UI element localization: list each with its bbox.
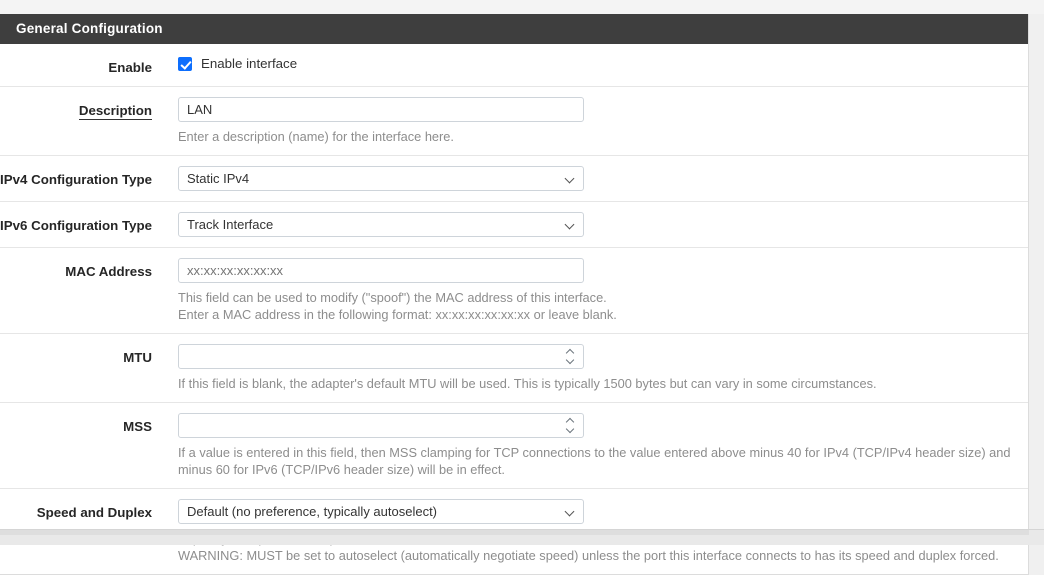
page-top-strip xyxy=(0,0,1044,14)
field-mac-address: This field can be used to modify ("spoof… xyxy=(152,258,1028,323)
label-mtu: MTU xyxy=(123,350,152,365)
label-ipv6-config-type: IPv6 Configuration Type xyxy=(0,218,152,233)
page-bottom-strip xyxy=(0,529,1044,545)
mtu-help-line: If this field is blank, the adapter's de… xyxy=(178,376,877,391)
description-input[interactable] xyxy=(178,97,584,122)
label-enable: Enable xyxy=(108,60,152,75)
speed-and-duplex-help-line-2: WARNING: MUST be set to autoselect (auto… xyxy=(178,548,999,563)
form-row-mtu: MTU If this field is blank, the adapter'… xyxy=(0,334,1028,403)
label-mss: MSS xyxy=(123,419,152,434)
mss-help: If a value is entered in this field, the… xyxy=(178,444,1011,478)
mtu-input[interactable] xyxy=(178,344,584,369)
form-row-enable: Enable Enable interface xyxy=(0,44,1028,87)
mac-address-input[interactable] xyxy=(178,258,584,283)
label-mac-address: MAC Address xyxy=(65,264,152,279)
label-description-text: Description xyxy=(78,103,152,120)
panel-heading: General Configuration xyxy=(0,14,1028,44)
mss-help-line-2: minus 60 for IPv6 (TCP/IPv6 header size)… xyxy=(178,462,505,477)
field-enable: Enable interface xyxy=(152,54,1028,72)
label-speed-and-duplex: Speed and Duplex xyxy=(36,505,152,520)
panel-bottom-shade xyxy=(0,530,1029,535)
description-help-line: Enter a description (name) for the inter… xyxy=(178,129,454,144)
form-row-mss: MSS If a value is entered in this field,… xyxy=(0,403,1028,489)
field-description: Enter a description (name) for the inter… xyxy=(152,97,1028,145)
field-mss: If a value is entered in this field, the… xyxy=(152,413,1028,478)
field-ipv4-config-type: Static IPv4 xyxy=(152,166,1028,191)
general-configuration-panel: General Configuration Enable Enable inte… xyxy=(0,14,1029,575)
label-description: Description xyxy=(0,97,152,120)
enable-interface-label: Enable interface xyxy=(201,56,298,71)
form-row-mac-address: MAC Address This field can be used to mo… xyxy=(0,248,1028,334)
mtu-help: If this field is blank, the adapter's de… xyxy=(178,375,1008,392)
form-row-description: Description Enter a description (name) f… xyxy=(0,87,1028,156)
label-ipv4-config-type: IPv4 Configuration Type xyxy=(0,172,152,187)
mss-help-line-1: If a value is entered in this field, the… xyxy=(178,445,1011,460)
panel-body: Enable Enable interface Description Ente… xyxy=(0,44,1028,574)
speed-and-duplex-select[interactable]: Default (no preference, typically autose… xyxy=(178,499,584,524)
ipv6-config-type-select[interactable]: Track Interface xyxy=(178,212,584,237)
mss-number-wrap xyxy=(178,413,584,438)
speed-and-duplex-select-wrap: Default (no preference, typically autose… xyxy=(178,499,584,524)
field-ipv6-config-type: Track Interface xyxy=(152,212,1028,237)
form-row-ipv6-config-type: IPv6 Configuration Type Track Interface xyxy=(0,202,1028,248)
checkbox-checked-icon[interactable] xyxy=(178,57,192,71)
form-row-ipv4-config-type: IPv4 Configuration Type Static IPv4 xyxy=(0,156,1028,202)
mac-address-help-line-1: This field can be used to modify ("spoof… xyxy=(178,290,607,305)
ipv4-config-type-select[interactable]: Static IPv4 xyxy=(178,166,584,191)
enable-interface-checkbox-row[interactable]: Enable interface xyxy=(178,54,1018,72)
description-help: Enter a description (name) for the inter… xyxy=(178,128,1008,145)
mss-input[interactable] xyxy=(178,413,584,438)
ipv6-config-type-select-wrap: Track Interface xyxy=(178,212,584,237)
mac-address-help: This field can be used to modify ("spoof… xyxy=(178,289,1008,323)
ipv4-config-type-select-wrap: Static IPv4 xyxy=(178,166,584,191)
mac-address-help-line-2: Enter a MAC address in the following for… xyxy=(178,307,617,322)
field-mtu: If this field is blank, the adapter's de… xyxy=(152,344,1028,392)
mtu-number-wrap xyxy=(178,344,584,369)
